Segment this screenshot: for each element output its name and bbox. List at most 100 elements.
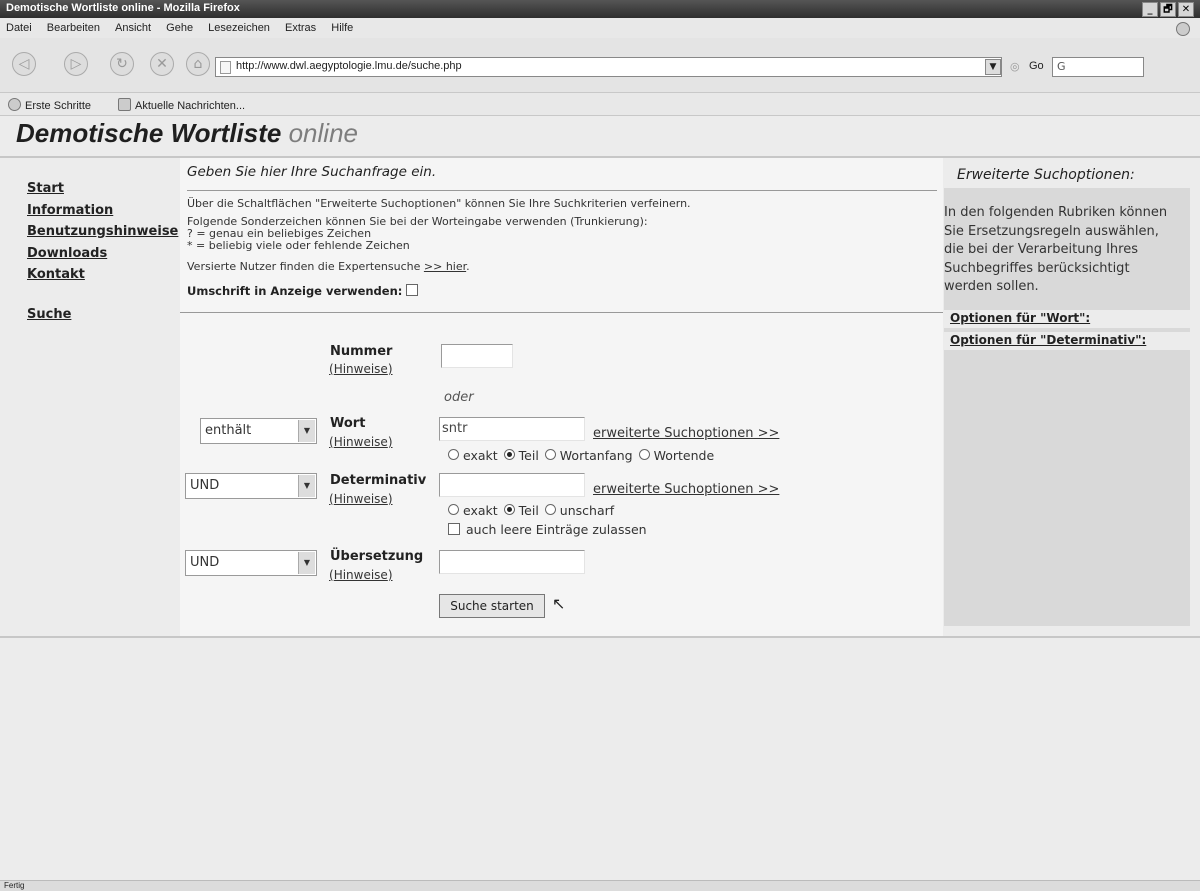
menu-datei[interactable]: Datei — [6, 22, 32, 34]
go-icon[interactable]: ◎ — [1010, 60, 1020, 73]
determinativ-extended-options-link[interactable]: erweiterte Suchoptionen >> — [593, 482, 779, 497]
wort-wortanfang-radio[interactable] — [544, 449, 556, 460]
content-bottom-divider — [0, 636, 1200, 638]
determinativ-operator-select[interactable]: UND ▼ — [185, 473, 317, 499]
site-banner: Demotische Wortliste online — [16, 118, 358, 149]
nav-start[interactable]: Start — [27, 178, 178, 200]
wort-input[interactable]: sntr — [439, 417, 585, 441]
window-title: Demotische Wortliste online - Mozilla Fi… — [6, 2, 240, 14]
bookmark-aktuelle-nachrichten[interactable]: Aktuelle Nachrichten... — [118, 98, 245, 112]
hinweise-text: Hinweise — [333, 362, 388, 376]
extended-options-text: In den folgenden Rubriken können Sie Ers… — [944, 205, 1168, 294]
chevron-down-icon: ▼ — [298, 552, 315, 574]
extended-options-title: Erweiterte Suchoptionen: — [944, 158, 1190, 188]
radio-label: Teil — [518, 503, 539, 518]
search-submit-button[interactable]: Suche starten — [439, 594, 545, 618]
bookmark-erste-schritte[interactable]: Erste Schritte — [8, 98, 91, 112]
window-controls: _ 🗗 ✕ — [1142, 2, 1194, 17]
nav-information[interactable]: Information — [27, 200, 178, 222]
chevron-down-icon: ▼ — [298, 475, 315, 497]
search-input[interactable]: G — [1052, 57, 1144, 77]
stop-icon[interactable]: ✕ — [150, 52, 174, 76]
url-dropdown-icon[interactable]: ▼ — [985, 59, 1001, 75]
forward-icon[interactable]: ▷ — [64, 52, 88, 76]
menu-ansicht[interactable]: Ansicht — [115, 22, 151, 34]
empty-entries-option: auch leere Einträge zulassen — [446, 522, 647, 537]
reload-icon[interactable]: ↻ — [110, 52, 134, 76]
page-content: Demotische Wortliste online Start Inform… — [0, 116, 1200, 874]
determinativ-label: Determinativ — [330, 473, 427, 488]
hinweise-text: Hinweise — [333, 435, 388, 449]
oder-label: oder — [444, 390, 474, 405]
status-bar: Fertig — [0, 880, 1200, 891]
menu-extras[interactable]: Extras — [285, 22, 316, 34]
chevron-down-icon: ▼ — [298, 420, 315, 442]
menu-bar: Datei Bearbeiten Ansicht Gehe Lesezeiche… — [0, 18, 1200, 38]
radio-label: exakt — [463, 448, 498, 463]
hinweise-text: Hinweise — [333, 492, 388, 506]
page-icon — [220, 61, 231, 74]
nav-benutzungshinweise[interactable]: Benutzungshinweise — [27, 221, 178, 243]
info-text-4: * = beliebig viele oder fehlende Zeichen — [187, 239, 410, 252]
radio-label: Teil — [518, 448, 539, 463]
options-wort-link[interactable]: Optionen für "Wort": — [944, 310, 1190, 328]
uebersetzung-hinweise-link[interactable]: (Hinweise) — [329, 568, 393, 582]
umschrift-label: Umschrift in Anzeige verwenden: — [187, 284, 403, 298]
wort-wortende-radio[interactable] — [638, 449, 650, 460]
form-divider — [180, 312, 943, 313]
bookmarks-toolbar: Erste Schritte Aktuelle Nachrichten... — [0, 93, 1200, 116]
wort-hinweise-link[interactable]: (Hinweise) — [329, 435, 393, 449]
nummer-input[interactable] — [441, 344, 513, 368]
radio-label: exakt — [463, 503, 498, 518]
radio-label: Wortanfang — [559, 448, 633, 463]
wort-extended-options-link[interactable]: erweiterte Suchoptionen >> — [593, 426, 779, 441]
maximize-button[interactable]: 🗗 — [1160, 2, 1176, 17]
back-icon[interactable]: ◁ — [12, 52, 36, 76]
wort-mode-select[interactable]: enthält ▼ — [200, 418, 317, 444]
menu-lesezeichen[interactable]: Lesezeichen — [208, 22, 270, 34]
address-url: http://www.dwl.aegyptologie.lmu.de/suche… — [236, 60, 462, 72]
umschrift-checkbox[interactable] — [406, 284, 419, 296]
determinativ-match-options: exakt Teil unscharf — [446, 503, 614, 518]
determinativ-operator-value: UND — [190, 478, 220, 493]
empty-entries-checkbox[interactable] — [448, 523, 460, 535]
left-navigation: Start Information Benutzungshinweise Dow… — [27, 178, 178, 325]
wort-teil-radio[interactable] — [503, 449, 515, 460]
det-teil-radio[interactable] — [503, 504, 515, 515]
empty-entries-label: auch leere Einträge zulassen — [466, 522, 647, 537]
hinweise-text: Hinweise — [333, 568, 388, 582]
uebersetzung-input[interactable] — [439, 550, 585, 574]
close-button[interactable]: ✕ — [1178, 2, 1194, 17]
det-exakt-radio[interactable] — [448, 504, 459, 515]
menu-bearbeiten[interactable]: Bearbeiten — [47, 22, 100, 34]
uebersetzung-operator-value: UND — [190, 555, 220, 570]
uebersetzung-label: Übersetzung — [330, 549, 424, 564]
det-unscharf-radio[interactable] — [544, 504, 556, 515]
wort-match-options: exakt Teil Wortanfang Wortende — [446, 448, 714, 463]
banner-title: Demotische Wortliste — [16, 118, 282, 148]
status-text: Fertig — [4, 881, 25, 890]
determinativ-input[interactable] — [439, 473, 585, 497]
determinativ-hinweise-link[interactable]: (Hinweise) — [329, 492, 393, 506]
search-panel: Geben Sie hier Ihre Suchanfrage ein. Übe… — [180, 158, 943, 636]
nav-kontakt[interactable]: Kontakt — [27, 264, 178, 286]
menu-hilfe[interactable]: Hilfe — [331, 22, 353, 34]
nummer-hinweise-link[interactable]: (Hinweise) — [329, 362, 393, 376]
nummer-label: Nummer — [330, 344, 393, 359]
home-icon[interactable]: ⌂ — [186, 52, 210, 76]
minimize-button[interactable]: _ — [1142, 2, 1158, 17]
extended-options-panel: Erweiterte Suchoptionen: In den folgende… — [944, 158, 1190, 626]
rss-icon — [118, 98, 131, 111]
banner-subtitle: online — [288, 118, 358, 148]
expert-search-link[interactable]: >> hier — [424, 260, 466, 273]
menu-gehe[interactable]: Gehe — [166, 22, 193, 34]
wort-exakt-radio[interactable] — [448, 449, 459, 460]
go-button[interactable]: Go — [1029, 60, 1044, 72]
nav-suche[interactable]: Suche — [27, 304, 178, 326]
bookmark-icon — [8, 98, 21, 111]
nav-downloads[interactable]: Downloads — [27, 243, 178, 265]
window-titlebar: Demotische Wortliste online - Mozilla Fi… — [0, 0, 1200, 18]
address-bar[interactable]: http://www.dwl.aegyptologie.lmu.de/suche… — [215, 57, 1002, 77]
options-determinativ-link[interactable]: Optionen für "Determinativ": — [944, 332, 1190, 350]
uebersetzung-operator-select[interactable]: UND ▼ — [185, 550, 317, 576]
